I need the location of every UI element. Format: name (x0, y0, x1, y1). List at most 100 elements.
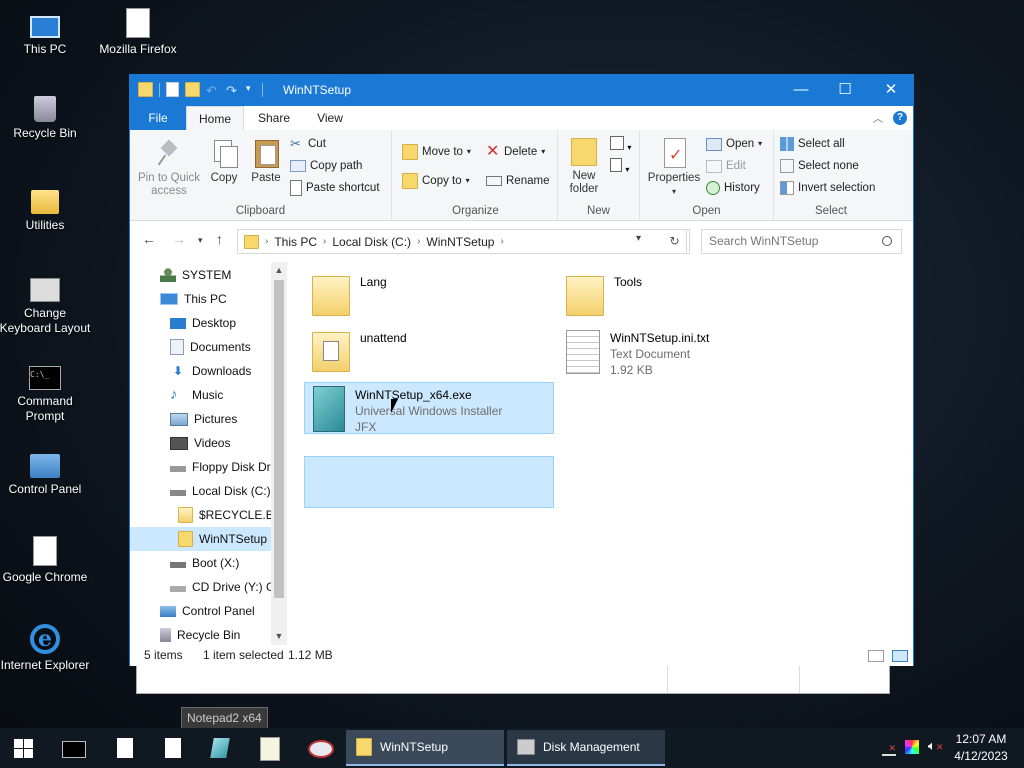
copy-to-button[interactable]: Copy to ▾ (402, 171, 470, 191)
scroll-up-icon[interactable]: ▲ (271, 262, 287, 278)
back-button[interactable]: ← (142, 231, 156, 247)
maximize-button[interactable]: ☐ (822, 75, 868, 106)
chevron-down-icon: ▾ (758, 139, 763, 148)
easy-access-button[interactable]: ▾ (610, 158, 632, 176)
up-button[interactable]: ↑ (216, 231, 223, 247)
taskbar-pin-notepad2[interactable] (162, 736, 186, 760)
taskbar-clock[interactable]: 12:07 AM 4/12/2023 (946, 731, 1016, 765)
details-view-icon[interactable] (868, 650, 884, 662)
undo-icon[interactable]: ↶ (206, 83, 220, 98)
redo-icon[interactable]: ↷ (226, 83, 240, 98)
open-button[interactable]: Open ▾ (706, 134, 762, 154)
scroll-down-icon[interactable]: ▼ (271, 628, 287, 644)
nav-item-videos[interactable]: Videos (170, 431, 230, 455)
nav-item-downloads[interactable]: ⬇ Downloads (170, 359, 251, 383)
scrollbar-thumb[interactable] (274, 280, 284, 598)
rename-button[interactable]: Rename (486, 171, 549, 191)
copy-button[interactable]: Copy (206, 138, 242, 185)
nav-item-system[interactable]: SYSTEM (160, 263, 231, 287)
recent-locations-button[interactable]: ▾ (198, 235, 203, 246)
file-item-ini[interactable]: WinNTSetup.ini.txt Text Document 1.92 KB (566, 326, 814, 378)
tab-home[interactable]: Home (186, 106, 244, 131)
desktop-icon-keyboard-layout[interactable]: Change Keyboard Layout (0, 272, 93, 336)
address-bar[interactable]: › This PC › Local Disk (C:) › WinNTSetup… (237, 229, 687, 254)
desktop-icon-utilities[interactable]: Utilities (0, 184, 93, 233)
search-input[interactable]: Search WinNTSetup (701, 229, 902, 254)
chevron-up-icon[interactable]: ︿ (873, 110, 883, 125)
desktop-icon-chrome[interactable]: Google Chrome (0, 536, 93, 585)
properties-check-icon[interactable] (166, 82, 179, 97)
new-folder-button[interactable]: New folder (564, 138, 604, 196)
recycle-bin-icon (34, 96, 56, 122)
help-icon[interactable]: ? (893, 110, 907, 125)
cut-button[interactable]: ✂ Cut (290, 134, 326, 154)
nav-item-winntsetup[interactable]: WinNTSetup (130, 527, 271, 551)
desktop-icon-firefox[interactable]: Mozilla Firefox (90, 8, 186, 57)
desktop-icon-recycle-bin[interactable]: Recycle Bin (0, 96, 93, 141)
paste-button[interactable]: Paste (248, 138, 284, 185)
close-button[interactable]: ✕ (868, 75, 914, 106)
taskbar-pin-chart-tool[interactable] (258, 736, 282, 761)
invert-selection-button[interactable]: Invert selection (780, 178, 875, 198)
desktop-icon-this-pc[interactable]: This PC (0, 8, 93, 57)
breadcrumb-local-disk[interactable]: Local Disk (C:) (332, 235, 411, 249)
refresh-button[interactable]: ↻ (660, 229, 690, 254)
nav-item-recycle-bin-folder[interactable]: $RECYCLE.BIN (178, 503, 286, 527)
taskbar-task-disk-management[interactable]: Disk Management (507, 730, 665, 766)
tray-volume-muted-icon[interactable]: 🔈︎✕ (928, 738, 943, 754)
nav-item-music[interactable]: ♪ Music (170, 383, 223, 407)
breadcrumb-this-pc[interactable]: This PC (274, 235, 317, 249)
chevron-down-icon[interactable]: ▾ (246, 83, 256, 97)
minimize-button[interactable]: — (778, 75, 824, 106)
desktop-icon-internet-explorer[interactable]: e Internet Explorer (0, 624, 93, 673)
file-item-winntsetup-x64[interactable]: WinNTSetup_x64.exe Universal Windows Ins… (304, 382, 554, 434)
file-item-tools[interactable]: Tools (566, 270, 814, 322)
tray-color-icon[interactable] (905, 740, 919, 754)
taskbar-pin-disk-tool[interactable] (308, 736, 334, 760)
taskbar-pin-command-prompt[interactable] (62, 736, 86, 760)
properties-button[interactable]: ✓ Properties ▾ (646, 138, 702, 198)
new-folder-icon[interactable] (185, 82, 200, 97)
nav-pane-scrollbar[interactable]: ▲ ▼ (271, 262, 287, 645)
tray-network-icon[interactable]: ✕ (882, 742, 896, 756)
background-window[interactable] (136, 664, 890, 694)
file-item-exe[interactable] (304, 456, 554, 508)
nav-item-floppy[interactable]: Floppy Disk Dri (170, 455, 273, 479)
tab-share[interactable]: Share (250, 106, 298, 130)
title-bar[interactable]: ↶ ↷ ▾ WinNTSetup — ☐ ✕ (130, 75, 913, 106)
desktop-icon-control-panel[interactable]: Control Panel (0, 448, 93, 497)
taskbar-pin-document[interactable] (114, 736, 138, 760)
pin-quick-access-button[interactable]: Pin to Quick access (136, 138, 202, 198)
nav-item-cd-drive[interactable]: CD Drive (Y:) G (170, 575, 275, 599)
taskbar-task-winntsetup[interactable]: WinNTSetup (346, 730, 504, 766)
taskbar-pin-installer[interactable] (209, 736, 233, 760)
nav-item-local-disk[interactable]: Local Disk (C:) (170, 479, 271, 503)
history-button[interactable]: History (706, 178, 760, 198)
nav-item-desktop[interactable]: Desktop (170, 311, 236, 335)
nav-item-this-pc[interactable]: This PC (160, 287, 227, 311)
forward-button[interactable]: → (172, 231, 186, 247)
file-item-lang[interactable]: Lang (312, 270, 560, 322)
tiles-view-icon[interactable] (892, 650, 908, 662)
nav-item-pictures[interactable]: Pictures (170, 407, 237, 431)
edit-button[interactable]: Edit (706, 156, 746, 176)
nav-item-recycle-bin[interactable]: Recycle Bin (160, 623, 240, 645)
nav-item-boot[interactable]: Boot (X:) (170, 551, 239, 575)
move-to-button[interactable]: Move to ▾ (402, 142, 471, 162)
nav-item-documents[interactable]: Documents (170, 335, 251, 359)
new-item-button[interactable]: ▾ (610, 136, 632, 154)
address-dropdown-icon[interactable]: ▾ (636, 233, 641, 244)
select-all-button[interactable]: Select all (780, 134, 845, 154)
select-none-button[interactable]: Select none (780, 156, 859, 176)
copy-path-button[interactable]: Copy path (290, 156, 362, 176)
breadcrumb-winntsetup[interactable]: WinNTSetup (426, 235, 494, 249)
paste-shortcut-button[interactable]: Paste shortcut (290, 178, 380, 198)
file-item-unattend[interactable]: unattend (312, 326, 560, 378)
desktop-icon-command-prompt[interactable]: C:\_ Command Prompt (0, 360, 93, 424)
start-button[interactable] (0, 728, 48, 768)
delete-button[interactable]: ✕ Delete ▾ (486, 142, 545, 162)
document-icon (33, 536, 57, 566)
tab-file[interactable]: File (130, 106, 186, 130)
nav-item-control-panel[interactable]: Control Panel (160, 599, 255, 623)
tab-view[interactable]: View (306, 106, 354, 130)
